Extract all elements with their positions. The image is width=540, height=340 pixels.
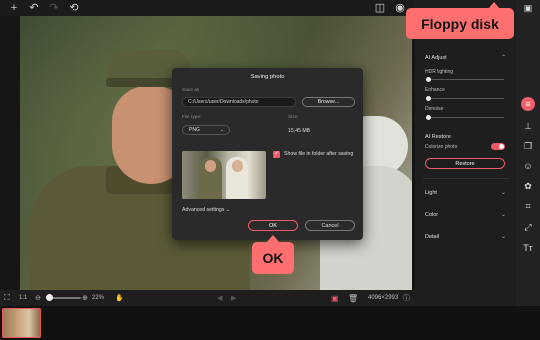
reset-icon[interactable]: ⟲ <box>68 2 80 14</box>
enhance-thumb[interactable] <box>426 96 431 101</box>
browse-button[interactable]: Browse... <box>302 97 355 107</box>
text-icon[interactable]: Tт <box>522 242 534 254</box>
undo-icon[interactable]: ↶ <box>28 2 40 14</box>
crop-icon[interactable]: ⌗ <box>522 200 534 212</box>
save-preview-thumbnail <box>182 151 266 199</box>
ok-button[interactable]: OK <box>248 220 298 231</box>
chevron-down-icon: ⌄ <box>225 207 231 213</box>
ai-adjust-title: AI Adjust <box>425 55 447 61</box>
photo-editor-app: + ↶ ↷ ⟲ ◫ ◉ Saving photo Save as C:/User… <box>0 0 540 340</box>
denoise-thumb[interactable] <box>426 115 431 120</box>
denoise-slider[interactable] <box>428 117 504 118</box>
ai-restore-title: AI Restore <box>425 134 451 140</box>
face-icon[interactable]: ☺ <box>522 160 534 172</box>
zoom-out-icon[interactable]: ⊖ <box>35 293 41 303</box>
info-icon[interactable]: ⓘ <box>403 293 410 303</box>
next-arrow-icon[interactable]: ▶ <box>231 293 236 303</box>
save-as-label: Save as <box>182 88 200 93</box>
chevron-down-icon[interactable]: ⌄ <box>501 189 506 196</box>
export-image-icon[interactable]: ▣ <box>331 293 339 303</box>
layers-icon[interactable]: ❐ <box>522 140 534 152</box>
chevron-down-icon[interactable]: ⌄ <box>501 233 506 240</box>
zoom-slider-thumb[interactable] <box>46 294 53 301</box>
advanced-settings-label: Advanced settings <box>182 207 225 213</box>
enhance-label: Enhance <box>425 87 445 93</box>
filmstrip-thumbnail[interactable] <box>2 308 41 338</box>
dialog-title: Saving photo <box>250 74 285 80</box>
zoom-value: 22% <box>92 295 105 301</box>
trash-icon[interactable]: 🗑 <box>348 293 358 303</box>
redo-icon[interactable]: ↷ <box>48 2 60 14</box>
enhance-slider[interactable] <box>428 98 504 99</box>
ok-callout: OK <box>252 235 294 274</box>
restore-button[interactable]: Restore <box>425 158 505 169</box>
section-detail[interactable]: Detail <box>425 234 439 240</box>
file-type-select[interactable]: PNG ⌄ <box>182 125 230 135</box>
path-input[interactable]: C:/Users/user/Downloads/photo <box>182 97 296 107</box>
adjust-sliders-icon[interactable]: ≡ <box>521 97 535 111</box>
tool-strip: ▣ ≡ ⊥ ❐ ☺ ✿ ⌗ ⤢ Tт <box>516 0 540 306</box>
file-type-label: File type: <box>182 115 202 120</box>
prev-arrow-icon[interactable]: ◀ <box>217 293 222 303</box>
colorize-photo-label: Colorize photo <box>425 144 458 150</box>
colorize-toggle[interactable] <box>491 143 505 150</box>
hdr-lighting-label: HDR lighting <box>425 69 454 75</box>
file-type-value: PNG <box>189 127 200 133</box>
saving-photo-dialog: Saving photo Save as C:/Users/user/Downl… <box>172 68 363 240</box>
chevron-down-icon: ⌄ <box>219 127 224 133</box>
chevron-up-icon[interactable]: ⌃ <box>501 54 506 61</box>
size-label: Size: <box>288 115 299 120</box>
cancel-button[interactable]: Cancel <box>305 220 355 231</box>
adjustments-panel: AI Adjust ⌃ HDR lighting Enhance Denoise… <box>415 0 516 306</box>
bottom-bar: ⛶ 1:1 ⊖ ⊕ 22% ✋ ◀ ▶ ▣ 🗑 4096×2993 ⓘ <box>0 290 415 306</box>
save-icon[interactable]: ▣ <box>522 2 534 14</box>
eye-icon[interactable]: ◉ <box>394 2 406 14</box>
size-value: 15,45 MB <box>288 128 311 134</box>
denoise-label: Denoise <box>425 106 444 112</box>
hdr-lighting-slider[interactable] <box>428 79 504 80</box>
top-toolbar: + ↶ ↷ ⟲ ◫ ◉ <box>0 0 415 16</box>
filmstrip <box>0 306 540 340</box>
show-in-folder-checkbox[interactable]: ✓ <box>273 151 280 158</box>
chevron-down-icon[interactable]: ⌄ <box>501 211 506 218</box>
actual-size-button[interactable]: 1:1 <box>19 293 27 303</box>
compare-icon[interactable]: ◫ <box>374 2 386 14</box>
resize-icon[interactable]: ⤢ <box>522 221 534 233</box>
show-in-folder-label: Show file in folder after saving <box>284 151 354 157</box>
hand-icon[interactable]: ✋ <box>115 293 124 303</box>
effects-icon[interactable]: ✿ <box>522 180 534 192</box>
section-light[interactable]: Light <box>425 190 437 196</box>
advanced-settings-toggle[interactable]: Advanced settings ⌄ <box>182 207 230 213</box>
zoom-in-icon[interactable]: ⊕ <box>82 293 88 303</box>
fit-screen-icon[interactable]: ⛶ <box>4 293 10 303</box>
add-icon[interactable]: + <box>8 2 20 14</box>
floppy-disk-callout: Floppy disk <box>406 2 514 39</box>
stamp-icon[interactable]: ⊥ <box>522 120 534 132</box>
section-color[interactable]: Color <box>425 212 438 218</box>
image-dimensions: 4096×2993 <box>368 295 399 301</box>
hdr-lighting-thumb[interactable] <box>426 77 431 82</box>
